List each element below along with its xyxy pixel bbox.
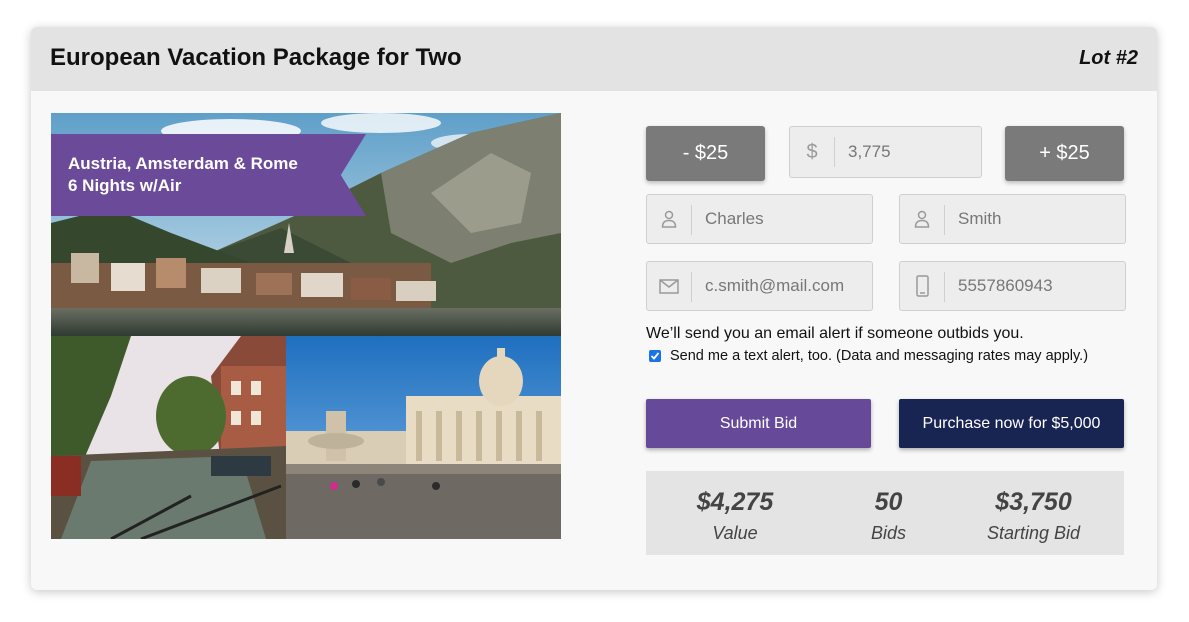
person-icon [900, 195, 944, 243]
phone-value: 5557860943 [958, 276, 1053, 295]
bid-amount-value: 3,775 [848, 142, 891, 161]
amsterdam-photo [51, 336, 286, 539]
banner-destinations: Austria, Amsterdam & Rome [68, 154, 298, 173]
banner-duration: 6 Nights w/Air [68, 176, 182, 195]
photo-collage: Austria, Amsterdam & Rome 6 Nights w/Air [51, 113, 561, 539]
bid-amount-field[interactable]: $ 3,775 [789, 126, 982, 178]
stat-starting-bid: $3,750 Starting Bid [961, 471, 1106, 555]
field-divider [834, 137, 835, 167]
stat-value: $4,275 Value [656, 471, 814, 555]
text-alert-row: Send me a text alert, too. (Data and mes… [649, 348, 1088, 364]
field-divider [691, 205, 692, 235]
mail-icon [647, 262, 691, 310]
field-divider [944, 205, 945, 235]
stat-label: Bids [870, 523, 906, 543]
email-field[interactable]: c.smith@mail.com [646, 261, 873, 311]
text-alert-label: Send me a text alert, too. (Data and mes… [670, 348, 1089, 364]
purchase-now-button[interactable]: Purchase now for $5,000 [899, 399, 1124, 448]
stat-label: Starting Bid [986, 523, 1081, 543]
rome-photo [286, 336, 561, 539]
stat-label: Value [712, 523, 758, 543]
email-value: c.smith@mail.com [705, 276, 845, 295]
auction-card: European Vacation Package for Two Lot #2 [31, 27, 1157, 590]
decrement-bid-button[interactable]: - $25 [646, 126, 765, 181]
email-alert-note: We’ll send you an email alert if someone… [646, 325, 1024, 342]
last-name-value: Smith [958, 209, 1002, 228]
first-name-field[interactable]: Charles [646, 194, 873, 244]
phone-icon [900, 262, 944, 310]
first-name-value: Charles [705, 209, 764, 228]
stat-bids: 50 Bids [816, 471, 961, 555]
submit-bid-button[interactable]: Submit Bid [646, 399, 871, 448]
phone-field[interactable]: 5557860943 [899, 261, 1126, 311]
field-divider [944, 272, 945, 302]
checkmark-icon [650, 352, 660, 360]
text-alert-checkbox[interactable] [649, 350, 661, 362]
field-divider [691, 272, 692, 302]
package-banner: Austria, Amsterdam & Rome 6 Nights w/Air [51, 134, 366, 216]
stat-number: $4,275 [696, 488, 774, 516]
last-name-field[interactable]: Smith [899, 194, 1126, 244]
increment-bid-button[interactable]: + $25 [1005, 126, 1124, 181]
page-title: European Vacation Package for Two [50, 44, 462, 71]
card-header: European Vacation Package for Two Lot #2 [31, 27, 1157, 91]
stat-number: 50 [874, 488, 903, 516]
dollar-icon: $ [806, 140, 818, 163]
person-icon [647, 195, 691, 243]
lot-number: Lot #2 [1079, 47, 1138, 69]
bid-stats: $4,275 Value 50 Bids $3,750 Starting Bid [646, 471, 1124, 555]
stat-number: $3,750 [995, 488, 1072, 516]
